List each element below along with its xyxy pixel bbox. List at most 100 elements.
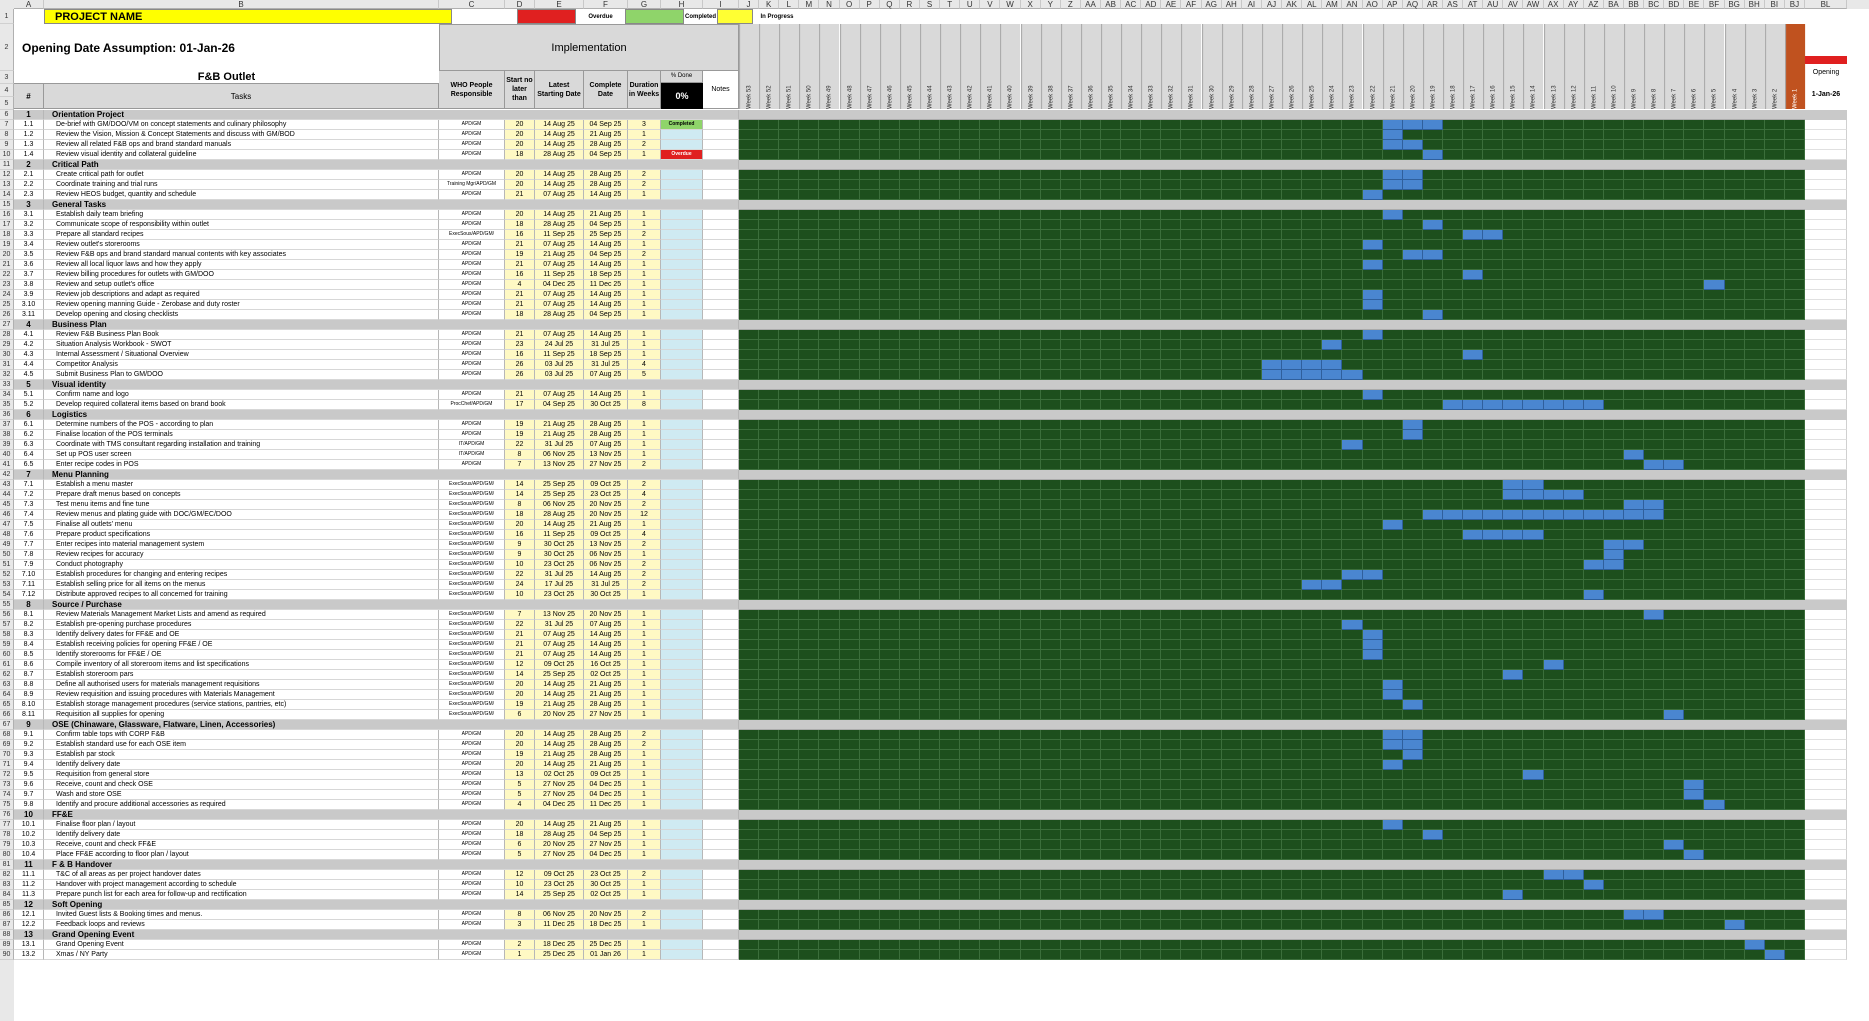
gantt-cell[interactable] [1764,830,1785,840]
gantt-cell[interactable] [1644,330,1665,340]
gantt-cell[interactable] [759,840,780,850]
gantt-cell[interactable] [1040,500,1061,510]
gantt-cell[interactable] [819,640,840,650]
gantt-cell[interactable] [859,770,880,780]
gantt-cell[interactable] [1040,150,1061,160]
gantt-cell[interactable] [1322,350,1343,360]
gantt-cell[interactable] [1784,280,1805,290]
gantt-cell[interactable] [1523,260,1544,270]
gantt-cell[interactable] [1101,190,1122,200]
gantt-cell[interactable] [1563,430,1584,440]
gantt-bar-cell[interactable] [1422,510,1443,520]
column-letter[interactable]: M [799,0,820,9]
gantt-cell[interactable] [1583,310,1604,320]
gantt-cell[interactable] [759,260,780,270]
gantt-cell[interactable] [1583,920,1604,930]
gantt-cell[interactable] [1362,220,1383,230]
column-letter[interactable]: AS [1442,0,1464,9]
opening-cell[interactable] [1805,450,1847,460]
gantt-cell[interactable] [819,570,840,580]
duration-cell[interactable]: 1 [628,520,661,530]
gantt-cell[interactable] [1463,360,1484,370]
gantt-cell[interactable] [920,550,941,560]
row-number[interactable]: 53 [0,580,14,590]
task-name[interactable]: T&C of all areas as per project handover… [44,870,439,880]
gantt-cell[interactable] [1543,330,1564,340]
gantt-cell[interactable] [980,680,1001,690]
gantt-cell[interactable] [1382,750,1403,760]
duration-cell[interactable]: 1 [628,390,661,400]
gantt-cell[interactable] [1442,300,1464,310]
gantt-cell[interactable] [1201,950,1222,960]
gantt-cell[interactable] [779,620,800,630]
gantt-cell[interactable] [1020,480,1041,490]
gantt-cell[interactable] [1282,750,1303,760]
complete-date-cell[interactable]: 27 Nov 25 [584,460,628,470]
gantt-cell[interactable] [799,250,820,260]
gantt-bar-cell[interactable] [1382,180,1403,190]
column-letter[interactable]: BG [1724,0,1745,9]
percent-done-cell[interactable] [661,400,703,410]
gantt-cell[interactable] [1060,360,1081,370]
gantt-cell[interactable] [1422,490,1443,500]
gantt-cell[interactable] [879,340,900,350]
gantt-cell[interactable] [1040,750,1061,760]
gantt-bar-cell[interactable] [1583,560,1604,570]
gantt-cell[interactable] [1080,340,1102,350]
gantt-cell[interactable] [1784,500,1805,510]
start-cell[interactable]: 19 [505,430,535,440]
gantt-cell[interactable] [1342,350,1363,360]
task-number[interactable]: 13.1 [14,940,44,950]
gantt-cell[interactable] [839,330,860,340]
gantt-cell[interactable] [1503,440,1524,450]
gantt-cell[interactable] [859,640,880,650]
row-number[interactable]: 51 [0,560,14,570]
gantt-cell[interactable] [1422,210,1443,220]
complete-date-cell[interactable]: 14 Aug 25 [584,330,628,340]
gantt-cell[interactable] [1483,170,1504,180]
gantt-cell[interactable] [1322,540,1343,550]
gantt-cell[interactable] [1121,170,1142,180]
gantt-cell[interactable] [879,920,900,930]
gantt-cell[interactable] [1201,460,1222,470]
gantt-cell[interactable] [799,590,820,600]
gantt-cell[interactable] [1221,230,1242,240]
task-row[interactable]: 9.1 Confirm table tops with CORP F&B APD/G… [14,730,1869,740]
opening-cell[interactable] [1805,440,1847,450]
gantt-cell[interactable] [1000,270,1021,280]
complete-date-cell[interactable]: 28 Aug 25 [584,180,628,190]
gantt-cell[interactable] [1000,280,1021,290]
latest-start-cell[interactable]: 13 Nov 25 [535,610,584,620]
gantt-cell[interactable] [1241,620,1262,630]
complete-date-cell[interactable]: 28 Aug 25 [584,740,628,750]
column-letter[interactable]: AW [1523,0,1544,9]
gantt-cell[interactable] [839,430,860,440]
task-row[interactable]: 3.4 Review outlet's storerooms APD/GM 21 07 … [14,240,1869,250]
gantt-cell[interactable] [1644,940,1665,950]
latest-start-cell[interactable]: 04 Sep 25 [535,400,584,410]
who-cell[interactable]: APD/GM [439,920,505,930]
opening-cell[interactable] [1805,430,1847,440]
gantt-cell[interactable] [980,830,1001,840]
gantt-cell[interactable] [1322,560,1343,570]
latest-start-cell[interactable]: 21 Aug 25 [535,250,584,260]
start-cell[interactable]: 16 [505,530,535,540]
gantt-cell[interactable] [759,620,780,630]
gantt-cell[interactable] [1080,590,1102,600]
gantt-cell[interactable] [1221,680,1242,690]
gantt-cell[interactable] [799,210,820,220]
gantt-cell[interactable] [1684,940,1705,950]
row-number[interactable]: 78 [0,830,14,840]
gantt-cell[interactable] [1201,130,1222,140]
gantt-cell[interactable] [940,580,961,590]
gantt-cell[interactable] [879,940,900,950]
gantt-cell[interactable] [1623,640,1645,650]
gantt-cell[interactable] [1121,400,1142,410]
gantt-cell[interactable] [1080,800,1102,810]
gantt-cell[interactable] [1623,570,1645,580]
gantt-cell[interactable] [1583,180,1604,190]
gantt-cell[interactable] [1764,280,1785,290]
gantt-cell[interactable] [1623,180,1645,190]
gantt-cell[interactable] [1362,910,1383,920]
gantt-cell[interactable] [1261,230,1283,240]
